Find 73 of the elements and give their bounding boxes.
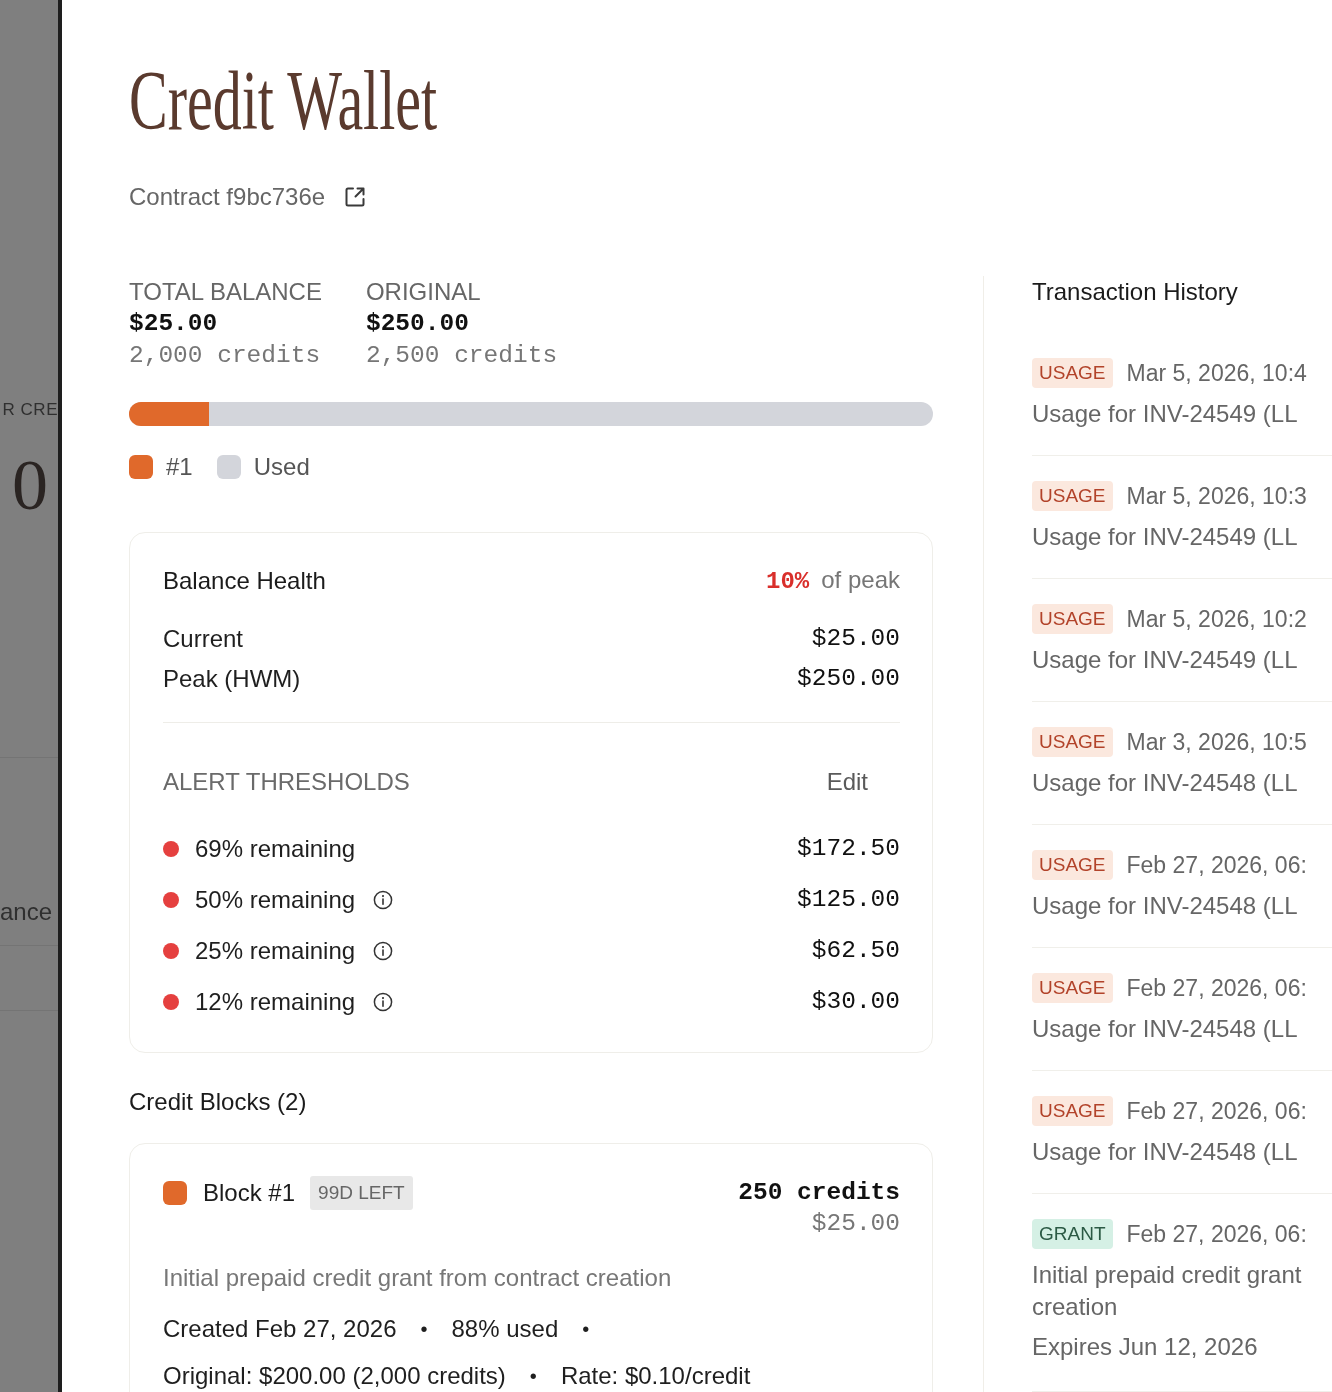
type-badge: USAGE [1032,604,1113,634]
stat-value: $25.00 [129,309,218,339]
metric-value: $25.00 [811,624,900,654]
threshold-label: 69% remaining [195,833,356,864]
metric-value: $250.00 [797,664,900,694]
expiry-date: Expires Jun 12, 2026 [1032,1332,1258,1362]
section-title: Credit Blocks (2) [129,1087,307,1117]
contract-link[interactable]: Contract f9bc736e [129,181,368,213]
bullet-separator: • [582,1316,590,1342]
page-title: Credit Wallet [129,59,438,143]
background-amount: 0 [12,449,48,521]
edit-button[interactable]: Edit [826,762,868,802]
legend-label: Used [253,454,310,480]
transaction-description: Usage for INV-24549 (LL [1032,522,1298,552]
type-badge: USAGE [1032,973,1113,1003]
threshold-amount: $172.50 [797,833,900,864]
threshold-label: 50% remaining [195,884,356,915]
transaction-date: Feb 27, 2026, 06: [1126,1097,1307,1126]
block-meta-text: 88% used [451,1313,559,1344]
transaction-date: Mar 3, 2026, 10:5 [1126,728,1307,757]
percent-caption: of peak [821,565,900,595]
transaction-description: Usage for INV-24549 (LL [1032,645,1298,675]
info-icon[interactable] [373,940,394,961]
section-heading: ALERT THRESHOLDS [163,767,410,797]
block-meta-text: Created Feb 27, 2026 [163,1313,397,1344]
stat-credits: 2,000 credits [129,341,321,371]
type-badge: USAGE [1032,481,1113,511]
block-amount: $25.00 [811,1209,900,1239]
bullet-separator: • [529,1363,537,1389]
type-badge: USAGE [1032,358,1113,388]
bullet-separator: • [420,1316,428,1342]
background-heading-text: R CRE [2,400,58,420]
transaction-description: Usage for INV-24548 (LL [1032,768,1298,798]
transaction-date: Feb 27, 2026, 06: [1126,974,1307,1003]
transaction-date: Mar 5, 2026, 10:4 [1126,359,1307,388]
transaction-description: Usage for INV-24548 (LL [1032,891,1298,921]
panel-heading: Transaction History [1032,277,1238,307]
threshold-amount: $125.00 [797,884,900,915]
external-link-icon[interactable] [343,185,368,209]
threshold-amount: $62.50 [811,935,900,966]
type-badge: USAGE [1032,1096,1113,1126]
metric-label: Current [163,624,244,654]
transaction-date: Mar 5, 2026, 10:3 [1126,482,1307,511]
transaction-description: Usage for INV-24548 (LL [1032,1014,1298,1044]
card-title: Balance Health [163,566,326,596]
legend-label: #1 [166,454,193,480]
threshold-label: 12% remaining [195,986,356,1017]
transaction-description: Usage for INV-24548 (LL [1032,1137,1298,1167]
metric-label: Peak (HWM) [163,664,301,694]
block-credits: 250 credits [738,1178,900,1208]
stat-credits: 2,500 credits [365,341,558,371]
block-name: Block #1 [203,1178,296,1208]
percent-value: 10% [766,567,810,597]
block-meta-text: Rate: $0.10/credit [560,1360,751,1391]
type-badge: USAGE [1032,727,1113,757]
background-row-label: ance [0,897,52,927]
info-icon[interactable] [373,991,394,1012]
transaction-date: Feb 27, 2026, 06: [1126,1220,1307,1249]
stat-value: $250.00 [365,309,469,339]
threshold-amount: $30.00 [811,986,900,1017]
stat-label: ORIGINAL [365,277,481,307]
transaction-date: Mar 5, 2026, 10:2 [1126,605,1307,634]
transaction-date: Feb 27, 2026, 06: [1126,851,1307,880]
transaction-description: Usage for INV-24549 (LL [1032,399,1298,429]
block-description: Initial prepaid credit grant from contract creation [163,1263,672,1293]
type-badge: GRANT [1032,1219,1113,1249]
days-left-badge: 99D LEFT [310,1176,413,1210]
info-icon[interactable] [373,889,394,910]
stat-label: TOTAL BALANCE [129,277,322,307]
type-badge: USAGE [1032,850,1113,880]
transaction-description: Initial prepaid credit grant creation [1032,1260,1302,1322]
threshold-label: 25% remaining [195,935,356,966]
block-meta-text: Original: $200.00 (2,000 credits) [163,1360,506,1391]
